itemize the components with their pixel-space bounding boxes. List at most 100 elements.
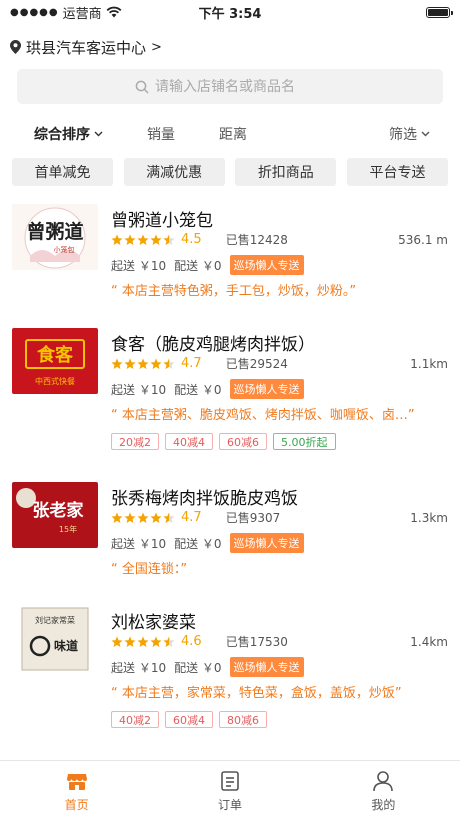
tab-profile-label: 我的 xyxy=(371,798,396,812)
sort-comprehensive-label: 综合排序 xyxy=(34,127,90,143)
delivery-info: 起送 ￥10 配送 ￥0 巡场懒人专送 xyxy=(111,657,448,677)
star-icon xyxy=(150,636,162,647)
delivery-fee: 配送 ￥0 xyxy=(174,536,222,551)
sold-count: 已售17530 xyxy=(225,635,288,649)
shop-name: 张秀梅烤肉拌饭脆皮鸡饭 xyxy=(111,489,298,509)
shop-logo: 曾粥道 小笼包 xyxy=(12,204,98,270)
sold-count: 已售9307 xyxy=(225,511,281,525)
star-icon xyxy=(137,636,149,647)
tag-discount-items[interactable]: 折扣商品 xyxy=(235,158,337,186)
carrier-info: ●●●●● 运营商 xyxy=(10,3,122,22)
search-input[interactable] xyxy=(155,78,325,95)
quick-filter-tags: 首单减免 满减优惠 折扣商品 平台专送 xyxy=(0,158,460,186)
half-star-icon xyxy=(163,234,175,245)
delivery-info: 起送 ￥10 配送 ￥0 巡场懒人专送 xyxy=(111,255,448,275)
half-star-icon xyxy=(163,512,175,523)
delivery-fee: 配送 ￥0 xyxy=(174,258,222,273)
distance: 1.4km xyxy=(410,634,448,649)
distance: 1.1km xyxy=(410,356,448,371)
logo-text: 刘记家常菜 xyxy=(35,615,75,625)
search-bar[interactable] xyxy=(17,69,443,104)
delivery-badge: 巡场懒人专送 xyxy=(229,533,304,553)
shop-item[interactable]: 曾粥道 小笼包 曾粥道小笼包 4.5 已售12428 536.1 m 起送 ￥1… xyxy=(0,200,460,340)
sold-count: 已售29524 xyxy=(225,357,288,371)
promo-tags: 20减2 40减4 60减6 5.00折起 xyxy=(111,433,336,450)
min-order: 起送 ￥10 xyxy=(111,382,167,397)
tab-orders-label: 订单 xyxy=(217,798,242,812)
distance: 536.1 m xyxy=(398,232,448,247)
rating-value: 4.7 xyxy=(181,356,202,371)
delivery-badge: 巡场懒人专送 xyxy=(229,255,304,275)
star-icon xyxy=(150,512,162,523)
sort-comprehensive[interactable]: 综合排序 xyxy=(34,124,103,144)
rating-value: 4.7 xyxy=(181,510,202,525)
sort-distance[interactable]: 距离 xyxy=(219,124,247,144)
shop-name: 曾粥道小笼包 xyxy=(111,211,213,231)
tab-home[interactable]: 首页 xyxy=(0,761,153,818)
shop-logo: 刘记家常菜 味道 xyxy=(12,606,98,672)
sort-sales[interactable]: 销量 xyxy=(147,124,175,144)
user-icon xyxy=(373,771,394,792)
sort-distance-label: 距离 xyxy=(219,127,247,143)
chevron-down-icon xyxy=(421,131,430,137)
chevron-right-icon: > xyxy=(151,39,162,55)
tab-profile[interactable]: 我的 xyxy=(307,761,460,818)
filter-button[interactable]: 筛选 xyxy=(389,124,430,144)
tag-first-order-discount[interactable]: 首单减免 xyxy=(12,158,113,186)
rating-row: 4.7 已售9307 1.3km xyxy=(111,509,448,526)
star-icon xyxy=(124,512,136,523)
location-pin-icon xyxy=(10,40,21,54)
star-icon xyxy=(150,234,162,245)
star-icon xyxy=(111,636,123,647)
wifi-icon xyxy=(106,6,122,18)
shop-item[interactable]: 张老家 15年 张秀梅烤肉拌饭脆皮鸡饭 4.7 已售9307 1.3km 起送 … xyxy=(0,478,460,618)
rating-row: 4.7 已售29524 1.1km xyxy=(111,355,448,372)
delivery-fee: 配送 ￥0 xyxy=(174,382,222,397)
rating-row: 4.6 已售17530 1.4km xyxy=(111,633,448,650)
distance: 1.3km xyxy=(410,510,448,525)
logo-subtext: 中西式快餐 xyxy=(35,376,75,386)
min-order: 起送 ￥10 xyxy=(111,660,167,675)
logo-text: 曾粥道 xyxy=(26,220,83,243)
promo-tag: 5.00折起 xyxy=(273,433,336,450)
delivery-badge: 巡场懒人专送 xyxy=(229,379,304,399)
tab-home-label: 首页 xyxy=(64,798,89,812)
delivery-info: 起送 ￥10 配送 ￥0 巡场懒人专送 xyxy=(111,379,448,399)
promo-tag: 60减6 xyxy=(219,433,267,450)
min-order: 起送 ￥10 xyxy=(111,258,167,273)
rating-row: 4.5 已售12428 536.1 m xyxy=(111,231,448,248)
tag-full-reduction[interactable]: 满减优惠 xyxy=(123,158,225,186)
search-icon xyxy=(135,80,149,94)
shop-name: 刘松家婆菜 xyxy=(111,613,196,633)
star-icon xyxy=(124,234,136,245)
sort-sales-label: 销量 xyxy=(147,127,175,143)
logo-subtext: 小笼包 xyxy=(54,245,75,254)
shop-item[interactable]: 食客 中西式快餐 食客（脆皮鸡腿烤肉拌饭） 4.7 已售29524 1.1km … xyxy=(0,324,460,464)
order-list-icon xyxy=(221,771,239,791)
shop-logo: 张老家 15年 xyxy=(12,482,98,548)
promo-tag: 80减6 xyxy=(219,711,267,728)
tag-platform-delivery[interactable]: 平台专送 xyxy=(346,158,448,186)
location-selector[interactable]: 珙县汽车客运中心 > xyxy=(0,36,460,58)
tab-orders[interactable]: 订单 xyxy=(153,761,306,818)
delivery-info: 起送 ￥10 配送 ￥0 巡场懒人专送 xyxy=(111,533,448,553)
delivery-badge: 巡场懒人专送 xyxy=(229,657,304,677)
logo-text: 食客 xyxy=(36,344,74,366)
shop-item[interactable]: 刘记家常菜 味道 刘松家婆菜 4.6 已售17530 1.4km 起送 ￥10 … xyxy=(0,602,460,742)
rating-value: 4.5 xyxy=(181,232,202,247)
shop-icon xyxy=(66,774,87,790)
promo-tag: 40减2 xyxy=(111,711,159,728)
star-icon xyxy=(111,234,123,245)
shop-logo: 食客 中西式快餐 xyxy=(12,328,98,394)
star-icon xyxy=(124,358,136,369)
star-icon xyxy=(111,358,123,369)
star-icon xyxy=(137,512,149,523)
star-icon xyxy=(137,358,149,369)
shop-description: “ 全国连锁：” xyxy=(111,562,188,577)
half-star-icon xyxy=(163,358,175,369)
star-rating xyxy=(111,234,175,246)
star-icon xyxy=(150,358,162,369)
star-rating xyxy=(111,636,175,648)
promo-tags: 40减2 60减4 80减6 xyxy=(111,711,267,728)
star-rating xyxy=(111,358,175,370)
